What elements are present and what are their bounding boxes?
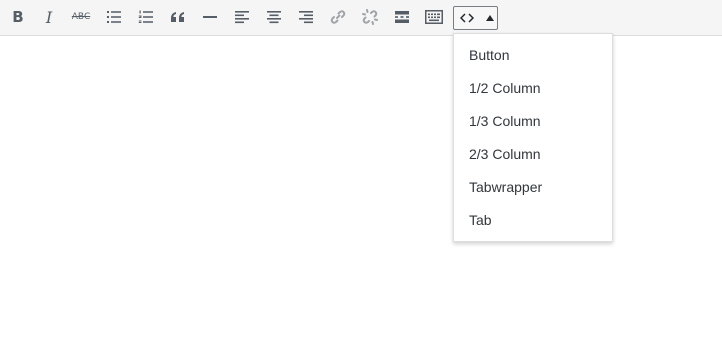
italic-button[interactable]: I bbox=[35, 3, 63, 31]
editor-content-area[interactable] bbox=[0, 37, 722, 358]
code-icon bbox=[460, 12, 474, 24]
align-center-button[interactable] bbox=[260, 3, 288, 31]
numbered-list-button[interactable] bbox=[132, 3, 160, 31]
menu-item-tab[interactable]: Tab bbox=[454, 204, 612, 237]
menu-item-button[interactable]: Button bbox=[454, 39, 612, 72]
shortcode-menu-button[interactable] bbox=[453, 6, 498, 30]
bulleted-list-button[interactable] bbox=[100, 3, 128, 31]
horizontal-line-icon bbox=[203, 16, 217, 18]
menu-item-two-thirds-column[interactable]: 2/3 Column bbox=[454, 138, 612, 171]
read-more-icon bbox=[395, 11, 409, 23]
blockquote-icon bbox=[171, 12, 184, 22]
insert-link-button[interactable] bbox=[324, 3, 352, 31]
link-icon bbox=[330, 10, 346, 24]
bulleted-list-icon bbox=[107, 11, 121, 23]
bold-icon: B bbox=[12, 8, 24, 26]
bold-button[interactable]: B bbox=[4, 3, 32, 31]
caret-up-icon bbox=[486, 15, 494, 21]
editor: B I ABC Button 1/2 Column 1/3 Column 2/3… bbox=[0, 0, 722, 358]
shortcode-dropdown-menu: Button 1/2 Column 1/3 Column 2/3 Column … bbox=[453, 33, 613, 242]
italic-icon: I bbox=[45, 7, 53, 27]
align-left-button[interactable] bbox=[228, 3, 256, 31]
unlink-icon bbox=[362, 9, 378, 25]
blockquote-button[interactable] bbox=[164, 3, 192, 31]
align-right-icon bbox=[299, 11, 313, 24]
menu-item-half-column[interactable]: 1/2 Column bbox=[454, 72, 612, 105]
align-center-icon bbox=[267, 11, 281, 24]
read-more-button[interactable] bbox=[388, 3, 416, 31]
keyboard-icon bbox=[425, 10, 443, 24]
horizontal-line-button[interactable] bbox=[196, 3, 224, 31]
toolbar-toggle-button[interactable] bbox=[420, 3, 448, 31]
strikethrough-button[interactable]: ABC bbox=[67, 3, 95, 31]
align-left-icon bbox=[235, 11, 249, 24]
numbered-list-icon bbox=[138, 10, 153, 23]
align-right-button[interactable] bbox=[292, 3, 320, 31]
remove-link-button[interactable] bbox=[356, 3, 384, 31]
menu-item-tabwrapper[interactable]: Tabwrapper bbox=[454, 171, 612, 204]
editor-toolbar: B I ABC bbox=[0, 0, 722, 36]
strikethrough-icon: ABC bbox=[71, 12, 91, 22]
menu-item-third-column[interactable]: 1/3 Column bbox=[454, 105, 612, 138]
